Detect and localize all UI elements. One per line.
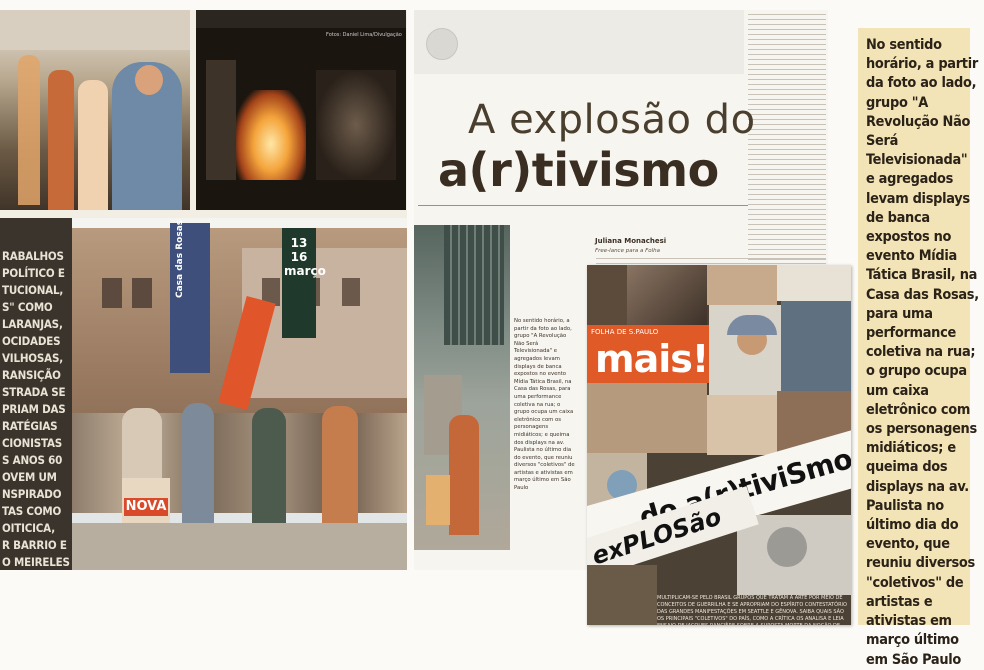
caption-line: da foto ao lado,	[866, 75, 977, 92]
caption-line: os personagens	[866, 421, 977, 438]
caption-line: Paulista no	[866, 497, 944, 514]
body-line: STRADA SE	[2, 385, 66, 399]
caption-line: displays na av.	[866, 478, 969, 495]
caption-line: coletiva na rua;	[866, 344, 976, 361]
section-header-band	[414, 10, 744, 74]
photo-credit: Fotos: Daniel Lima/Divulgação	[326, 32, 402, 38]
middle-photo-caption: No sentido horário, a partir da foto ao …	[514, 318, 575, 492]
caption-line: de banca	[866, 209, 930, 226]
headline-line-2: a(r)tivismo	[438, 143, 719, 197]
caption-line: queima dos	[866, 459, 948, 476]
body-line: NSPIRADO	[2, 487, 62, 501]
caption-line: expostos no	[866, 229, 952, 246]
mais-logo-block: FOLHA DE S.PAULO mais!	[587, 325, 709, 383]
march-13-16-sign: 13 16 março	[284, 236, 326, 278]
byline-sub: Free-lance para a Folha	[595, 248, 660, 254]
body-line: OCIDADES	[2, 334, 61, 348]
body-line: LARANJAS,	[2, 317, 63, 331]
casa-das-rosas-banner: Casa das Rosas	[175, 220, 185, 298]
photo-caption: No sentido horário, a partir da foto ao la…	[866, 36, 979, 670]
body-line: PRIAM DAS	[2, 402, 66, 416]
caption-line: No sentido	[866, 37, 942, 53]
body-line: S ANOS 60	[2, 453, 63, 467]
caption-line: ativistas em	[866, 613, 952, 630]
body-line: CIONISTAS	[2, 436, 63, 450]
middle-text-column-top	[748, 14, 826, 264]
body-line: RABALHOS	[2, 249, 64, 263]
body-line: R BARRIO E	[2, 538, 67, 552]
left-body-text-column: RABALHOS POLÍTICO E TUCIONAL, S" COMO LA…	[0, 218, 72, 570]
caption-line: o grupo ocupa	[866, 363, 967, 380]
caption-line: Revolução Não	[866, 113, 971, 130]
body-line: OVEM UM	[2, 470, 57, 484]
mais-magazine-cover: FOLHA DE S.PAULO mais! do a(r)tiviSmo ex…	[587, 265, 851, 625]
caption-line: para uma	[866, 305, 933, 322]
caption-line: reuniu diversos	[866, 555, 975, 572]
caption-line: eletrônico com	[866, 401, 971, 418]
folha-label: FOLHA DE S.PAULO	[591, 328, 659, 336]
caption-line: evento, que	[866, 536, 950, 553]
body-line: POLÍTICO E	[2, 266, 65, 280]
photo-displays-burning: Fotos: Daniel Lima/Divulgação	[196, 10, 406, 210]
caption-line: artistas e	[866, 593, 933, 610]
nova-poster: NOVA	[124, 498, 168, 516]
body-line: O MEIRELES	[2, 555, 70, 569]
caption-line: em São Paulo	[866, 651, 962, 668]
cover-footer-text: Multiplicam-se pelo Brasil grupos que tr…	[657, 595, 847, 625]
caption-line: último dia do	[866, 517, 959, 534]
body-line: VILHOSAS,	[2, 351, 63, 365]
caption-line: levam displays	[866, 190, 970, 207]
caption-line: Tática Brasil, na	[866, 267, 978, 284]
caption-line: performance	[866, 325, 956, 342]
photo-casa-das-rosas-group: Casa das Rosas 13 16 março NOVA	[72, 218, 407, 570]
body-line: TAS COMO	[2, 504, 62, 518]
caption-line: horário, a partir	[866, 56, 978, 73]
caption-line: grupo "A	[866, 94, 928, 111]
mais-logo: mais!	[595, 337, 709, 381]
body-line: RATÉGIAS	[2, 419, 58, 433]
byline: Juliana Monachesi	[595, 237, 667, 245]
headline-rule	[418, 205, 748, 206]
caption-line: um caixa	[866, 382, 929, 399]
body-line: OITICICA,	[2, 521, 55, 535]
section-circle-icon	[426, 28, 458, 60]
body-line: S" COMO	[2, 300, 53, 314]
caption-line: "coletivos" de	[866, 574, 964, 591]
caption-line: Televisionada"	[866, 152, 968, 169]
headline-line-1: A explosão do	[468, 97, 756, 143]
photo-crowd-with-displays	[0, 10, 190, 210]
body-line: TUCIONAL,	[2, 283, 64, 297]
photo-atm-building	[414, 225, 510, 550]
caption-line: Casa das Rosas,	[866, 286, 979, 303]
caption-line: e agregados	[866, 171, 954, 188]
caption-line: Será	[866, 133, 899, 150]
caption-line: evento Mídia	[866, 248, 957, 265]
caption-line: midiáticos; e	[866, 440, 956, 457]
body-line: RANSIÇÃO	[2, 368, 61, 382]
caption-line: março último	[866, 632, 959, 649]
